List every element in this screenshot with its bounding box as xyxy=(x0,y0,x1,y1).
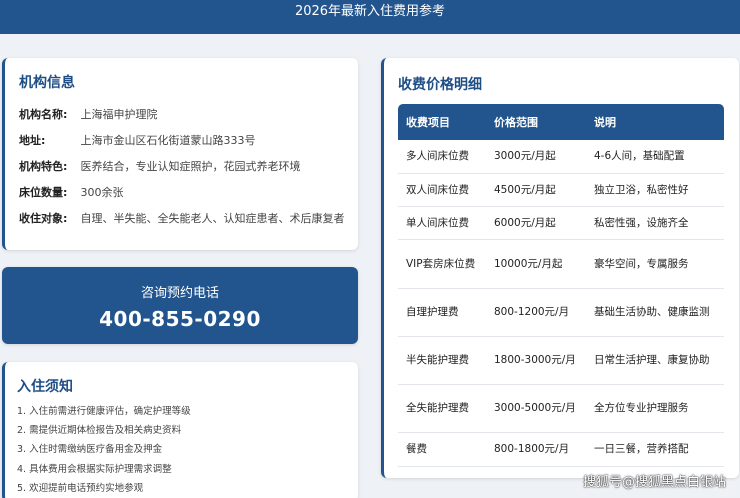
info-row-beds: 床位数量: 300余张 xyxy=(19,180,358,206)
notice-item: 3. 入住时需缴纳医疗备用金及押金 xyxy=(17,444,163,456)
phone-label: 咨询预约电话 xyxy=(140,286,219,301)
notice-card: 入住须知 1. 入住前需进行健康评估，确定护理等级 2. 需提供近期体检报告及相… xyxy=(2,362,358,498)
pricing-card: 收费价格明细 收费项目 价格范围 说明 多人间床位费 3000元/月起 4-6人… xyxy=(381,58,739,478)
cell-note: 一日三餐，营养搭配 xyxy=(594,443,689,455)
cell-price: 800-1200元/月 xyxy=(494,306,570,318)
info-row-features: 机构特色: 医养结合，专业认知症照护，花园式养老环境 xyxy=(19,154,358,180)
table-row: 双人间床位费 4500元/月起 独立卫浴，私密性好 xyxy=(398,174,724,207)
info-label: 机构特色: xyxy=(19,160,68,173)
notice-item: 4. 具体费用会根据实际护理需求调整 xyxy=(17,463,172,475)
banner-title: 2026年最新入住费用参考 xyxy=(294,4,446,19)
cell-price: 800-1800元/月 xyxy=(494,443,570,455)
column-header-price: 价格范围 xyxy=(494,116,538,129)
info-label: 床位数量: xyxy=(19,186,68,199)
cell-item: 单人间床位费 xyxy=(406,216,469,229)
cell-price: 6000元/月起 xyxy=(494,216,556,229)
table-row: 餐费 800-1800元/月 一日三餐，营养搭配 xyxy=(398,433,724,467)
phone-number[interactable]: 400-855-0290 xyxy=(2,307,358,331)
info-row-address: 地址: 上海市金山区石化街道蒙山路333号 xyxy=(19,128,358,154)
info-value: 医养结合，专业认知症照护，花园式养老环境 xyxy=(80,160,301,173)
column-header-note: 说明 xyxy=(594,116,616,129)
table-row: 半失能护理费 1800-3000元/月 日常生活护理、康复协助 xyxy=(398,337,724,385)
cell-item: 双人间床位费 xyxy=(406,183,469,196)
cell-note: 豪华空间，专属服务 xyxy=(594,257,689,270)
table-row: 多人间床位费 3000元/月起 4-6人间，基础配置 xyxy=(398,140,724,174)
pricing-table: 收费项目 价格范围 说明 多人间床位费 3000元/月起 4-6人间，基础配置 … xyxy=(398,104,724,467)
phone-card[interactable]: 咨询预约电话 400-855-0290 xyxy=(2,267,358,344)
table-row: 全失能护理费 3000-5000元/月 全方位专业护理服务 xyxy=(398,385,724,433)
cell-note: 基础生活协助、健康监测 xyxy=(594,306,710,318)
info-row-targets: 收住对象: 自理、半失能、全失能老人、认知症患者、术后康复者 xyxy=(19,206,358,232)
table-header: 收费项目 价格范围 说明 xyxy=(398,104,724,140)
cell-price: 1800-3000元/月 xyxy=(494,354,576,366)
notice-item: 1. 入住前需进行健康评估，确定护理等级 xyxy=(17,406,191,417)
info-value: 自理、半失能、全失能老人、认知症患者、术后康复者 xyxy=(80,212,345,225)
table-row: 自理护理费 800-1200元/月 基础生活协助、健康监测 xyxy=(398,289,724,337)
info-value: 上海市金山区石化街道蒙山路333号 xyxy=(80,134,256,147)
cell-item: 全失能护理费 xyxy=(406,402,469,414)
cell-price: 10000元/月起 xyxy=(494,257,563,270)
notice-item: 2. 需提供近期体检报告及相关病史资料 xyxy=(17,425,182,437)
info-value: 300余张 xyxy=(80,186,124,199)
info-row-name: 机构名称: 上海福申护理院 xyxy=(19,102,358,128)
cell-price: 4500元/月起 xyxy=(494,183,556,196)
table-row: VIP套房床位费 10000元/月起 豪华空间，专属服务 xyxy=(398,240,724,289)
cell-note: 独立卫浴，私密性好 xyxy=(594,183,689,196)
top-banner: 2026年最新入住费用参考 xyxy=(0,0,740,34)
cell-price: 3000元/月起 xyxy=(494,150,556,162)
info-label: 地址: xyxy=(19,134,46,147)
cell-price: 3000-5000元/月 xyxy=(494,402,576,414)
cell-item: 多人间床位费 xyxy=(406,150,469,162)
column-header-item: 收费项目 xyxy=(406,116,450,129)
info-value: 上海福申护理院 xyxy=(80,108,158,121)
cell-item: 餐费 xyxy=(406,443,427,455)
cell-note: 全方位专业护理服务 xyxy=(594,402,689,414)
info-label: 机构名称: xyxy=(19,108,68,121)
cell-note: 日常生活护理、康复协助 xyxy=(594,354,710,366)
cell-note: 4-6人间，基础配置 xyxy=(594,150,685,162)
pricing-title: 收费价格明细 xyxy=(398,77,482,93)
watermark: 搜狐号@搜狐黑点白银站 xyxy=(582,475,726,490)
cell-item: 自理护理费 xyxy=(406,306,459,318)
cell-item: VIP套房床位费 xyxy=(406,257,476,270)
institution-info-title: 机构信息 xyxy=(19,75,75,91)
cell-note: 私密性强，设施齐全 xyxy=(594,216,689,229)
table-row: 单人间床位费 6000元/月起 私密性强，设施齐全 xyxy=(398,207,724,240)
notice-title: 入住须知 xyxy=(17,379,73,395)
cell-item: 半失能护理费 xyxy=(406,354,469,366)
notice-item: 5. 欢迎提前电话预约实地参观 xyxy=(17,482,144,494)
info-label: 收住对象: xyxy=(19,212,68,225)
institution-info-card: 机构信息 机构名称: 上海福申护理院 地址: 上海市金山区石化街道蒙山路333号… xyxy=(2,58,358,250)
